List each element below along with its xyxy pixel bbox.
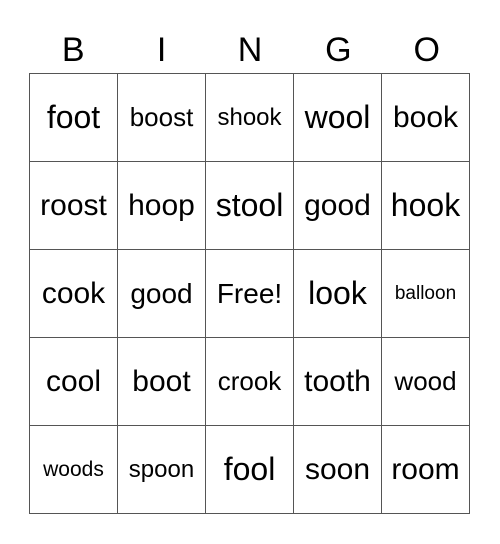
header-letter-b: B [61,31,85,69]
bingo-cell[interactable]: shook [206,74,294,162]
bingo-cell[interactable]: foot [30,74,118,162]
bingo-cell[interactable]: wood [382,338,470,426]
bingo-cell[interactable]: room [382,426,470,514]
bingo-cell[interactable]: book [382,74,470,162]
bingo-cell[interactable]: spoon [118,426,206,514]
bingo-cell[interactable]: boost [118,74,206,162]
bingo-cell[interactable]: stool [206,162,294,250]
bingo-card-grid: foot boost shook wool book roost hoop st… [29,73,470,514]
bingo-cell[interactable]: look [294,250,382,338]
bingo-cell[interactable]: crook [206,338,294,426]
header-letter-i: I [156,31,167,69]
bingo-cell[interactable]: soon [294,426,382,514]
bingo-cell[interactable]: woods [30,426,118,514]
bingo-cell[interactable]: good [294,162,382,250]
header-letter-n: N [237,31,263,69]
bingo-cell[interactable]: tooth [294,338,382,426]
bingo-cell[interactable]: roost [30,162,118,250]
header-letter-o: O [413,31,440,69]
bingo-cell[interactable]: good [118,250,206,338]
bingo-cell[interactable]: hook [382,162,470,250]
bingo-cell[interactable]: hoop [118,162,206,250]
bingo-cell[interactable]: cool [30,338,118,426]
free-space-cell: Free! [206,250,294,338]
bingo-cell[interactable]: boot [118,338,206,426]
bingo-header: B I N G O [29,28,471,72]
bingo-cell[interactable]: wool [294,74,382,162]
header-letter-g: G [325,31,352,69]
bingo-cell[interactable]: cook [30,250,118,338]
bingo-cell[interactable]: fool [206,426,294,514]
bingo-cell[interactable]: balloon [382,250,470,338]
